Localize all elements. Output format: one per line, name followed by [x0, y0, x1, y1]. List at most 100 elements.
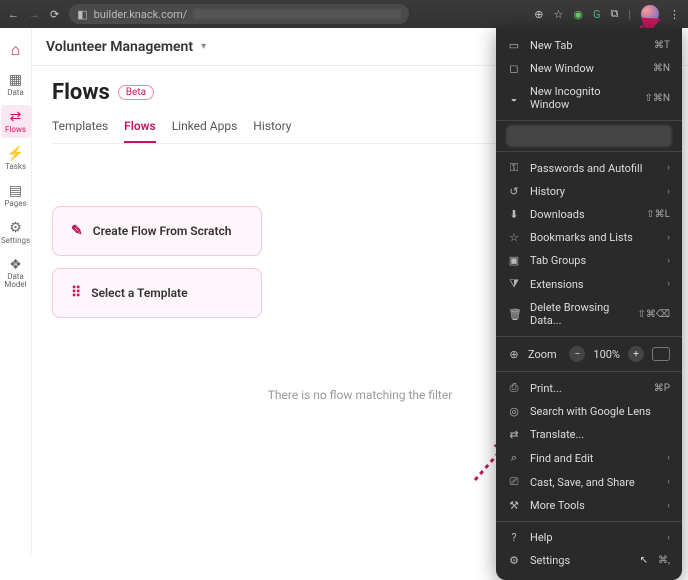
- menu-cast[interactable]: ⎚Cast, Save, and Share›: [496, 470, 682, 494]
- menu-zoom: ⊕ Zoom − 100% +: [496, 341, 682, 367]
- separator: [496, 151, 682, 152]
- zoom-icon: ⊕: [508, 348, 520, 361]
- menu-downloads[interactable]: ⬇Downloads⇧⌘L: [496, 203, 682, 226]
- separator: [496, 120, 682, 121]
- puzzle-icon: ⧩: [508, 277, 520, 291]
- back-icon[interactable]: ←: [8, 8, 19, 21]
- select-template-card[interactable]: ⠿ Select a Template: [52, 268, 262, 318]
- lens-icon: ◎: [508, 405, 520, 418]
- chevron-right-icon: ›: [667, 163, 670, 173]
- nav-flows[interactable]: ⇄Flows: [1, 105, 31, 138]
- template-icon: ⠿: [71, 285, 81, 301]
- menu-new-tab[interactable]: ▭New Tab⌘T: [496, 34, 682, 57]
- chevron-right-icon: ›: [667, 279, 670, 289]
- separator: [496, 371, 682, 372]
- menu-history[interactable]: ↺History›: [496, 180, 682, 203]
- trash-icon: 🗑: [508, 308, 520, 321]
- menu-extensions[interactable]: ⧩Extensions›: [496, 272, 682, 296]
- reload-icon[interactable]: ⟳: [50, 8, 59, 21]
- menu-find[interactable]: ⌕Find and Edit›: [496, 446, 682, 470]
- menu-bookmarks[interactable]: ☆Bookmarks and Lists›: [496, 226, 682, 249]
- pencil-icon: ✎: [71, 223, 83, 239]
- site-info-icon[interactable]: ◧: [77, 8, 87, 21]
- print-icon: ⎙: [508, 381, 520, 395]
- beta-badge: Beta: [118, 85, 154, 100]
- window-icon: ◻: [508, 62, 520, 75]
- ext1-icon[interactable]: ◉: [573, 8, 583, 21]
- separator: [496, 336, 682, 337]
- zoom-value: 100%: [593, 348, 620, 361]
- nav-settings[interactable]: ⚙Settings: [1, 216, 31, 249]
- cursor-icon: ↖: [640, 555, 648, 566]
- find-icon: ⌕: [508, 451, 520, 465]
- chevron-right-icon: ›: [667, 187, 670, 197]
- database-icon: ▦: [9, 72, 22, 88]
- left-nav: ⌂ ▦Data ⇄Flows ⚡Tasks ▤Pages ⚙Settings ❖…: [0, 28, 32, 554]
- chevron-right-icon: ›: [667, 477, 670, 487]
- incognito-icon: ◒: [508, 92, 520, 105]
- chevron-right-icon: ›: [667, 533, 670, 543]
- extensions-icon[interactable]: ⧉: [610, 7, 618, 21]
- url-redacted: [193, 9, 401, 19]
- nav-pages[interactable]: ▤Pages: [1, 179, 31, 212]
- browser-toolbar: ← → ⟳ ◧ builder.knack.com/ ⊕ ☆ ◉ G ⧉ | ⋮: [0, 0, 688, 28]
- tab-icon: ▭: [508, 39, 520, 52]
- search-icon[interactable]: ⊕: [534, 8, 543, 21]
- ext2-icon[interactable]: G: [593, 8, 601, 21]
- card-label: Create Flow From Scratch: [93, 224, 232, 238]
- tab-linked-apps[interactable]: Linked Apps: [172, 119, 238, 143]
- chrome-menu-icon[interactable]: ⋮: [669, 8, 680, 21]
- bookmark-icon[interactable]: ☆: [553, 8, 563, 21]
- zoom-out-button[interactable]: −: [569, 346, 585, 362]
- menu-translate[interactable]: ⇄Translate...: [496, 423, 682, 446]
- page-title: Flows: [52, 80, 110, 105]
- nav-tasks[interactable]: ⚡Tasks: [1, 142, 31, 175]
- create-flow-card[interactable]: ✎ Create Flow From Scratch: [52, 206, 262, 256]
- chevron-right-icon: ›: [667, 453, 670, 463]
- profile-avatar[interactable]: [641, 5, 659, 23]
- separator: [496, 521, 682, 522]
- home-icon[interactable]: ⌂: [7, 36, 25, 64]
- account-row-blurred[interactable]: [506, 125, 672, 147]
- chrome-overflow-menu: ▭New Tab⌘T ◻New Window⌘N ◒New Incognito …: [496, 28, 682, 580]
- menu-lens[interactable]: ◎Search with Google Lens: [496, 400, 682, 423]
- cast-icon: ⎚: [508, 475, 520, 489]
- gear-icon: ⚙: [9, 220, 22, 236]
- nav-data[interactable]: ▦Data: [1, 68, 31, 101]
- tasks-icon: ⚡: [7, 146, 24, 162]
- card-label: Select a Template: [91, 286, 187, 300]
- pages-icon: ▤: [9, 183, 22, 199]
- menu-help[interactable]: ?Help›: [496, 526, 682, 549]
- forward-icon[interactable]: →: [29, 8, 40, 21]
- menu-passwords[interactable]: ⚿Passwords and Autofill›: [496, 156, 682, 180]
- nav-data-model[interactable]: ❖Data Model: [1, 253, 31, 294]
- chevron-right-icon: ›: [667, 233, 670, 243]
- menu-tab-groups[interactable]: ▣Tab Groups›: [496, 249, 682, 272]
- flows-icon: ⇄: [10, 109, 22, 125]
- download-icon: ⬇: [508, 208, 520, 221]
- divider: |: [628, 8, 631, 21]
- menu-new-window[interactable]: ◻New Window⌘N: [496, 57, 682, 80]
- menu-print[interactable]: ⎙Print...⌘P: [496, 376, 682, 400]
- history-icon: ↺: [508, 185, 520, 198]
- key-icon: ⚿: [508, 161, 520, 175]
- translate-icon: ⇄: [508, 428, 520, 441]
- menu-incognito[interactable]: ◒New Incognito Window⇧⌘N: [496, 80, 682, 116]
- tools-icon: ⚒: [508, 499, 520, 512]
- chevron-down-icon[interactable]: ▾: [201, 41, 206, 52]
- zoom-in-button[interactable]: +: [628, 346, 644, 362]
- menu-settings[interactable]: ⚙Settings↖⌘,: [496, 549, 682, 572]
- help-icon: ?: [508, 531, 520, 544]
- tab-flows[interactable]: Flows: [124, 119, 156, 143]
- menu-more-tools[interactable]: ⚒More Tools›: [496, 494, 682, 517]
- chevron-right-icon: ›: [667, 256, 670, 266]
- workspace-title[interactable]: Volunteer Management: [46, 39, 193, 55]
- star-icon: ☆: [508, 231, 520, 244]
- url-host: builder.knack.com/: [94, 8, 188, 21]
- address-bar[interactable]: ◧ builder.knack.com/: [69, 4, 409, 24]
- tab-history[interactable]: History: [253, 119, 291, 143]
- menu-delete-data[interactable]: 🗑Delete Browsing Data...⇧⌘⌫: [496, 296, 682, 332]
- gear-icon: ⚙: [508, 554, 520, 567]
- tab-templates[interactable]: Templates: [52, 119, 108, 143]
- fullscreen-button[interactable]: [652, 347, 670, 361]
